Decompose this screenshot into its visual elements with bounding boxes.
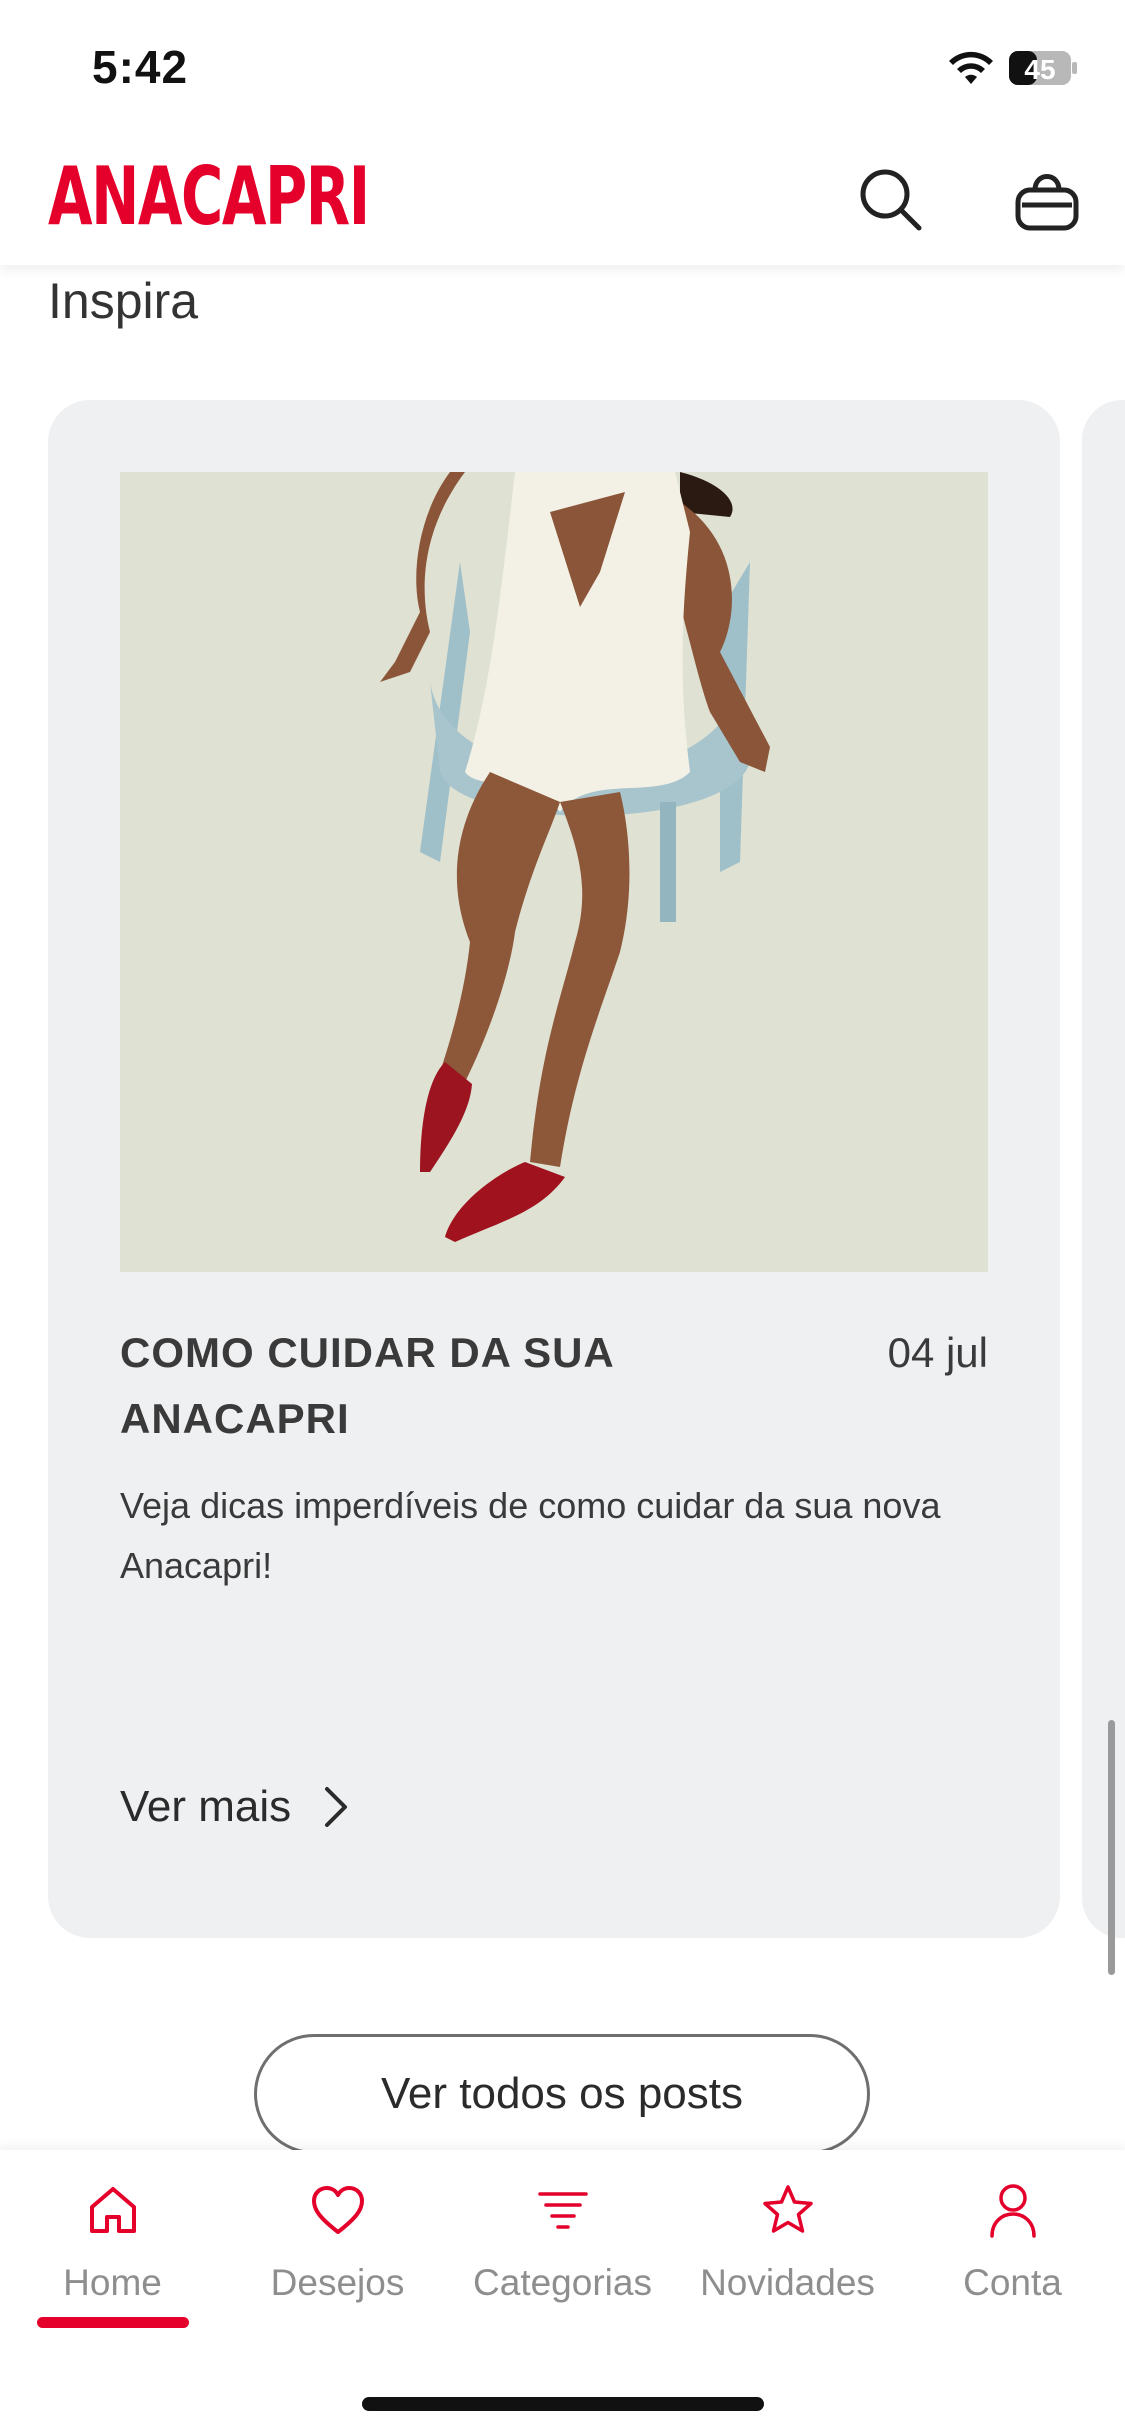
wifi-icon <box>949 51 993 84</box>
search-button[interactable] <box>850 159 930 239</box>
model-photo-illustration <box>120 472 988 1272</box>
nav-label-categorias: Categorias <box>473 2262 652 2303</box>
nav-item-categorias[interactable]: Categorias <box>450 2180 675 2340</box>
next-post-card-peek[interactable] <box>1082 400 1125 1938</box>
status-bar: 5:42 45 <box>0 0 1125 135</box>
nav-label-desejos: Desejos <box>270 2262 405 2303</box>
bottom-nav: Home Desejos Categorias Novidades Conta <box>0 2150 1125 2436</box>
nav-label-home: Home <box>63 2262 162 2303</box>
post-description: Veja dicas imperdíveis de como cuidar da… <box>120 1485 941 1586</box>
star-icon <box>762 2185 813 2233</box>
user-icon <box>989 2184 1036 2238</box>
scroll-indicator[interactable] <box>1108 1720 1115 1975</box>
filter-lines-icon <box>537 2192 588 2229</box>
shopping-bag-button[interactable] <box>1007 159 1087 239</box>
home-icon <box>89 2187 136 2233</box>
active-tab-indicator <box>37 2317 189 2328</box>
shopping-bag-icon <box>1015 174 1079 231</box>
battery-icon: 45 <box>1009 51 1077 85</box>
all-posts-button[interactable]: Ver todos os posts <box>254 2034 870 2154</box>
chevron-right-icon <box>325 1787 348 1827</box>
post-image <box>120 472 988 1272</box>
home-indicator <box>362 2397 764 2411</box>
nav-label-novidades: Novidades <box>700 2262 875 2303</box>
brand-logo[interactable]: ANACAPRI <box>48 157 370 237</box>
search-icon <box>860 169 922 231</box>
section-title: Inspira <box>48 273 199 329</box>
post-date: 04 jul <box>887 1329 988 1376</box>
see-more-link[interactable]: Ver mais <box>120 1772 351 1842</box>
heart-icon <box>311 2186 364 2234</box>
nav-label-conta: Conta <box>963 2262 1062 2303</box>
nav-item-home[interactable]: Home <box>0 2180 225 2340</box>
battery-level: 45 <box>1024 54 1055 85</box>
app-header: ANACAPRI <box>0 135 1125 265</box>
see-more-label: Ver mais <box>120 1782 292 1831</box>
post-card[interactable]: COMO CUIDAR DA SUA ANACAPRI 04 jul Veja … <box>48 400 1060 1938</box>
status-time: 5:42 <box>92 41 189 93</box>
nav-item-desejos[interactable]: Desejos <box>225 2180 450 2340</box>
post-title[interactable]: COMO CUIDAR DA SUA ANACAPRI <box>120 1320 760 1452</box>
nav-item-conta[interactable]: Conta <box>900 2180 1125 2340</box>
nav-item-novidades[interactable]: Novidades <box>675 2180 900 2340</box>
